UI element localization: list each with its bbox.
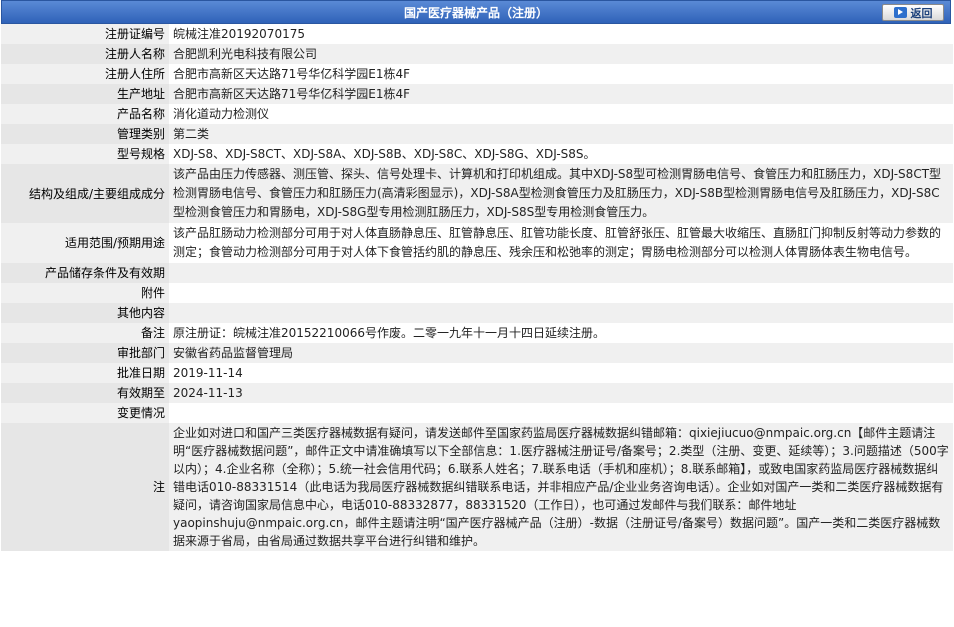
table-row: 有效期至 2024-11-13 xyxy=(1,383,953,403)
row-value: 该产品肛肠动力检测部分可用于对人体直肠静息压、肛管静息压、肛管功能长度、肛管舒张… xyxy=(169,223,953,263)
row-label: 注册证编号 xyxy=(1,24,169,44)
back-button[interactable]: 返回 xyxy=(882,4,944,21)
table-row: 审批部门 安徽省药品监督管理局 xyxy=(1,343,953,363)
row-label: 结构及组成/主要组成成分 xyxy=(1,164,169,223)
table-row: 产品储存条件及有效期 xyxy=(1,263,953,283)
row-value: 该产品由压力传感器、测压管、探头、信号处理卡、计算机和打印机组成。其中XDJ-S… xyxy=(169,164,953,223)
table-row: 结构及组成/主要组成成分 该产品由压力传感器、测压管、探头、信号处理卡、计算机和… xyxy=(1,164,953,223)
page-title: 国产医疗器械产品（注册） xyxy=(403,5,548,20)
row-value xyxy=(169,263,953,283)
row-value: XDJ-S8、XDJ-S8CT、XDJ-S8A、XDJ-S8B、XDJ-S8C、… xyxy=(169,144,953,164)
detail-table: 注册证编号 皖械注准20192070175 注册人名称 合肥凯利光电科技有限公司… xyxy=(1,24,953,551)
row-value: 2019-11-14 xyxy=(169,363,953,383)
row-label: 批准日期 xyxy=(1,363,169,383)
table-row: 注 企业如对进口和国产三类医疗器械数据有疑问，请发送邮件至国家药监局医疗器械数据… xyxy=(1,423,953,551)
row-label: 产品储存条件及有效期 xyxy=(1,263,169,283)
row-value: 第二类 xyxy=(169,124,953,144)
table-row: 注册人名称 合肥凯利光电科技有限公司 xyxy=(1,44,953,64)
row-value: 消化道动力检测仪 xyxy=(169,104,953,124)
note-label: 注 xyxy=(1,423,169,551)
row-label: 注册人名称 xyxy=(1,44,169,64)
row-value: 皖械注准20192070175 xyxy=(169,24,953,44)
note-value: 企业如对进口和国产三类医疗器械数据有疑问，请发送邮件至国家药监局医疗器械数据纠错… xyxy=(169,423,953,551)
row-value: 合肥凯利光电科技有限公司 xyxy=(169,44,953,64)
row-value xyxy=(169,283,953,303)
table-row: 注册证编号 皖械注准20192070175 xyxy=(1,24,953,44)
table-row: 其他内容 xyxy=(1,303,953,323)
table-row: 变更情况 xyxy=(1,403,953,423)
table-row: 附件 xyxy=(1,283,953,303)
page: 国产医疗器械产品（注册） 返回 注册证编号 皖械注准20192070175 注册… xyxy=(0,0,953,627)
row-label: 备注 xyxy=(1,323,169,343)
title-bar: 国产医疗器械产品（注册） 返回 xyxy=(1,0,951,24)
back-arrow-icon xyxy=(893,7,907,18)
table-row: 管理类别 第二类 xyxy=(1,124,953,144)
row-value: 合肥市高新区天达路71号华亿科学园E1栋4F xyxy=(169,84,953,104)
row-label: 适用范围/预期用途 xyxy=(1,223,169,263)
row-label: 变更情况 xyxy=(1,403,169,423)
row-value: 原注册证：皖械注准20152210066号作废。二零一九年十一月十四日延续注册。 xyxy=(169,323,953,343)
back-button-label: 返回 xyxy=(910,6,933,20)
row-label: 注册人住所 xyxy=(1,64,169,84)
table-row: 生产地址 合肥市高新区天达路71号华亿科学园E1栋4F xyxy=(1,84,953,104)
table-row: 产品名称 消化道动力检测仪 xyxy=(1,104,953,124)
row-label: 其他内容 xyxy=(1,303,169,323)
row-value: 安徽省药品监督管理局 xyxy=(169,343,953,363)
row-label: 有效期至 xyxy=(1,383,169,403)
table-row: 注册人住所 合肥市高新区天达路71号华亿科学园E1栋4F xyxy=(1,64,953,84)
row-label: 附件 xyxy=(1,283,169,303)
row-label: 生产地址 xyxy=(1,84,169,104)
row-value: 合肥市高新区天达路71号华亿科学园E1栋4F xyxy=(169,64,953,84)
row-value xyxy=(169,403,953,423)
row-label: 管理类别 xyxy=(1,124,169,144)
table-row: 适用范围/预期用途 该产品肛肠动力检测部分可用于对人体直肠静息压、肛管静息压、肛… xyxy=(1,223,953,263)
row-label: 审批部门 xyxy=(1,343,169,363)
row-label: 产品名称 xyxy=(1,104,169,124)
row-value xyxy=(169,303,953,323)
table-row: 型号规格 XDJ-S8、XDJ-S8CT、XDJ-S8A、XDJ-S8B、XDJ… xyxy=(1,144,953,164)
row-label: 型号规格 xyxy=(1,144,169,164)
table-row: 备注 原注册证：皖械注准20152210066号作废。二零一九年十一月十四日延续… xyxy=(1,323,953,343)
table-row: 批准日期 2019-11-14 xyxy=(1,363,953,383)
row-value: 2024-11-13 xyxy=(169,383,953,403)
